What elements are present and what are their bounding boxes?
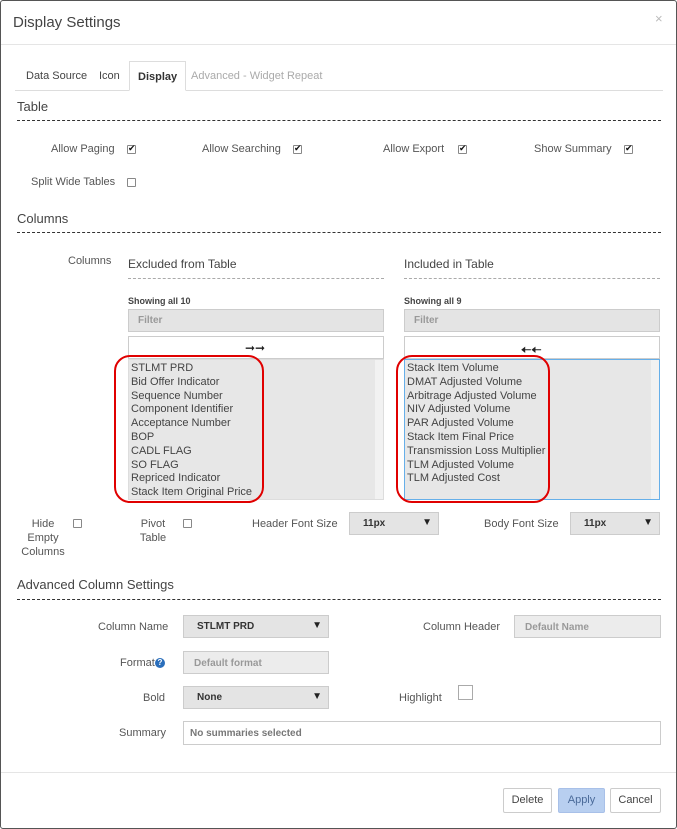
header-font-size-value: 11px (363, 518, 386, 529)
excluded-filter-input[interactable]: Filter (128, 309, 384, 332)
columns-section-title: Columns (17, 211, 69, 226)
included-highlight-annotation (396, 355, 550, 503)
summary-select[interactable]: No summaries selected (183, 721, 661, 745)
included-scrollbar[interactable] (651, 360, 659, 499)
bold-select[interactable]: None ▼ (183, 686, 329, 709)
highlight-checkbox[interactable] (458, 685, 473, 700)
close-icon[interactable]: × (655, 11, 663, 26)
included-divider (404, 278, 660, 279)
column-name-label: Column Name (98, 621, 169, 633)
column-header-input[interactable]: Default Name (514, 615, 661, 638)
delete-button[interactable]: Delete (503, 788, 552, 813)
allow-searching-label: Allow Searching (202, 143, 281, 155)
advanced-section-title: Advanced Column Settings (17, 577, 174, 592)
tab-data-source[interactable]: Data Source (26, 70, 87, 82)
footer-divider (1, 772, 676, 773)
body-font-size-label: Body Font Size (484, 518, 559, 530)
excluded-divider (128, 278, 384, 279)
pivot-table-checkbox[interactable] (183, 519, 192, 528)
hide-empty-columns-checkbox[interactable] (73, 519, 82, 528)
bold-value: None (197, 692, 222, 703)
column-header-label: Column Header (423, 621, 501, 633)
chevron-down-icon: ▼ (643, 517, 653, 528)
dialog-title: Display Settings (13, 14, 121, 31)
highlight-label: Highlight (399, 692, 442, 704)
allow-paging-checkbox[interactable] (127, 143, 136, 154)
excluded-count: Showing all 10 (128, 296, 191, 306)
included-count: Showing all 9 (404, 296, 462, 306)
chevron-down-icon: ▼ (312, 620, 322, 631)
excluded-scrollbar[interactable] (375, 360, 383, 499)
included-filter-input[interactable]: Filter (404, 309, 660, 332)
pivot-table-label: Pivot Table (139, 518, 167, 544)
format-input[interactable]: Default format (183, 651, 329, 674)
chevron-down-icon: ▼ (312, 691, 322, 702)
header-font-size-select[interactable]: 11px ▼ (349, 512, 439, 535)
format-label: Format (120, 657, 155, 669)
excluded-highlight-annotation (114, 355, 264, 503)
body-font-size-value: 11px (584, 518, 607, 529)
tab-icon[interactable]: Icon (99, 70, 120, 82)
allow-export-label: Allow Export (383, 143, 445, 155)
hide-empty-columns-label: Hide Empty Columns (21, 518, 65, 558)
columns-section-divider (17, 232, 661, 233)
split-wide-tables-label: Split Wide Tables (31, 176, 116, 188)
split-wide-tables-checkbox[interactable] (127, 178, 136, 187)
show-summary-checkbox[interactable] (624, 143, 633, 154)
body-font-size-select[interactable]: 11px ▼ (570, 512, 660, 535)
header-divider (1, 44, 676, 45)
display-settings-dialog: Display Settings × Data Source Icon Disp… (0, 0, 677, 829)
included-title: Included in Table (404, 257, 494, 271)
tab-display[interactable]: Display (129, 61, 187, 91)
column-name-select[interactable]: STLMT PRD ▼ (183, 615, 329, 638)
header-font-size-label: Header Font Size (252, 518, 338, 530)
summary-label: Summary (119, 727, 167, 739)
tab-advanced-widget-repeat[interactable]: Advanced - Widget Repeat (191, 70, 322, 82)
bold-label: Bold (143, 692, 166, 704)
table-section-divider (17, 120, 661, 121)
allow-searching-checkbox[interactable] (293, 143, 302, 154)
help-icon[interactable]: ? (155, 658, 165, 668)
cancel-button[interactable]: Cancel (610, 788, 661, 813)
column-name-value: STLMT PRD (197, 621, 255, 632)
excluded-title: Excluded from Table (128, 257, 237, 271)
apply-button[interactable]: Apply (558, 788, 605, 813)
chevron-down-icon: ▼ (422, 517, 432, 528)
show-summary-label: Show Summary (534, 143, 612, 155)
allow-export-checkbox[interactable] (458, 143, 467, 154)
arrow-right-icon: ➞➞ (245, 341, 266, 355)
tabs-divider (15, 90, 663, 91)
allow-paging-label: Allow Paging (51, 143, 115, 155)
advanced-section-divider (17, 599, 661, 600)
table-section-title: Table (17, 99, 49, 114)
columns-label: Columns (68, 255, 112, 267)
